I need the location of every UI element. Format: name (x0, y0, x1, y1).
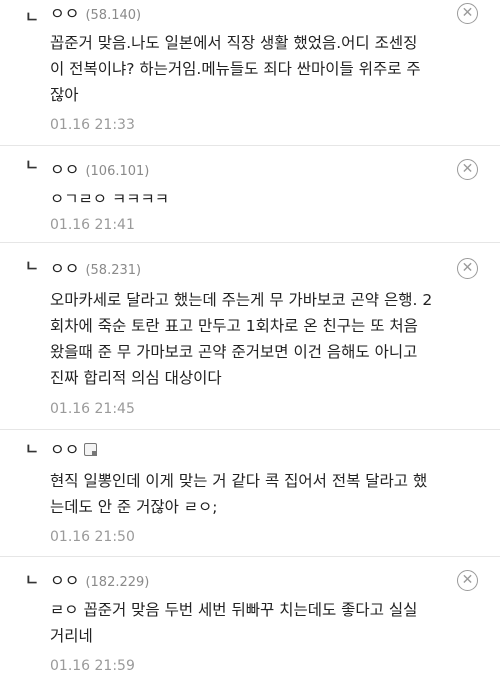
close-circle-icon: ✕ (461, 572, 474, 588)
author-ip: (106.101) (85, 164, 150, 179)
comment-list: ㄴ ㅇㅇ (58.140) ✕ 꼽준거 맞음.나도 일본에서 직장 생활 했었음.… (0, 0, 500, 681)
author-nickname[interactable]: ㅇㅇ (50, 4, 79, 23)
reply-arrow-icon: ㄴ (25, 8, 39, 26)
author-nickname[interactable]: ㅇㅇ (50, 160, 79, 179)
author-ip: (58.231) (85, 263, 142, 278)
author-ip: (182.229) (85, 575, 150, 590)
comment-author: ㅇㅇ (182.229) (50, 569, 149, 595)
author-nickname[interactable]: ㅇㅇ (50, 259, 79, 278)
comment-timestamp: 01.16 21:59 (50, 658, 135, 674)
comment-timestamp: 01.16 21:41 (50, 217, 135, 233)
close-circle-icon: ✕ (461, 260, 474, 276)
comment-text: 현직 일뽕인데 이게 맞는 거 같다 콕 집어서 전복 달라고 했 는데도 안 … (50, 472, 428, 516)
comment-text: 오마카세로 달라고 했는데 주는게 무 가바보코 곤약 은행. 2 회차에 죽순… (50, 291, 433, 387)
comment-item: ㄴ ㅇㅇ (58.140) ✕ 꼽준거 맞음.나도 일본에서 직장 생활 했었음.… (0, 0, 500, 146)
comment-timestamp: 01.16 21:45 (50, 401, 135, 417)
author-nickname[interactable]: ㅇㅇ (50, 440, 79, 459)
comment-author: ㅇㅇ (50, 438, 98, 462)
comment-item: ㄴ ㅇㅇ (58.231) ✕ 오마카세로 달라고 했는데 주는게 무 가바보코 … (0, 243, 500, 430)
reply-arrow-icon: ㄴ (25, 156, 39, 174)
comment-timestamp: 01.16 21:50 (50, 529, 135, 545)
comment-author: ㅇㅇ (58.140) (50, 2, 141, 28)
reply-arrow-icon: ㄴ (25, 440, 39, 458)
comment-timestamp: 01.16 21:33 (50, 117, 135, 133)
comment-item: ㄴ ㅇㅇ 현직 일뽕인데 이게 맞는 거 같다 콕 집어서 전복 달라고 했 는… (0, 430, 500, 557)
author-nickname[interactable]: ㅇㅇ (50, 571, 79, 590)
comment-text: ㅇㄱㄹㅇ ㅋㅋㅋㅋ (50, 190, 170, 208)
comment-text: ㄹㅇ 꼽준거 맞음 두번 세번 뒤빠꾸 치는데도 좋다고 실실 거리네 (50, 601, 418, 645)
close-circle-icon: ✕ (461, 161, 474, 177)
memo-icon (84, 443, 98, 456)
comment-author: ㅇㅇ (106.101) (50, 158, 149, 184)
comment-item: ㄴ ㅇㅇ (182.229) ✕ ㄹㅇ 꼽준거 맞음 두번 세번 뒤빠꾸 치는데도… (0, 557, 500, 681)
delete-button[interactable]: ✕ (457, 3, 478, 24)
comment-item: ㄴ ㅇㅇ (106.101) ✕ ㅇㄱㄹㅇ ㅋㅋㅋㅋ 01.16 21:41 (0, 146, 500, 243)
comment-author: ㅇㅇ (58.231) (50, 257, 141, 283)
delete-button[interactable]: ✕ (457, 159, 478, 180)
author-ip: (58.140) (85, 8, 142, 23)
delete-button[interactable]: ✕ (457, 258, 478, 279)
delete-button[interactable]: ✕ (457, 570, 478, 591)
close-circle-icon: ✕ (461, 5, 474, 21)
reply-arrow-icon: ㄴ (25, 257, 39, 275)
reply-arrow-icon: ㄴ (25, 571, 39, 589)
comment-text: 꼽준거 맞음.나도 일본에서 직장 생활 했었음.어디 조센징 이 전복이냐? … (50, 34, 421, 104)
